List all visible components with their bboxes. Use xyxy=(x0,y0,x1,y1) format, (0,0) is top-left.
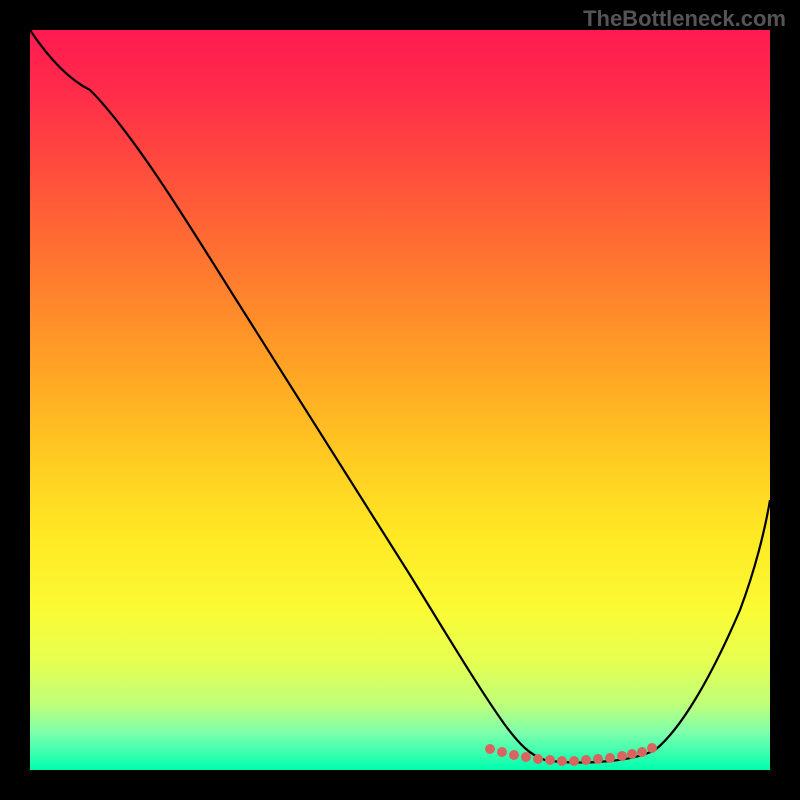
highlight-band xyxy=(485,743,657,766)
chart-svg xyxy=(30,30,770,770)
bottleneck-curve xyxy=(30,30,770,763)
chart-container: TheBottleneck.com xyxy=(0,0,800,800)
plot-area xyxy=(30,30,770,770)
watermark-text: TheBottleneck.com xyxy=(583,6,786,32)
